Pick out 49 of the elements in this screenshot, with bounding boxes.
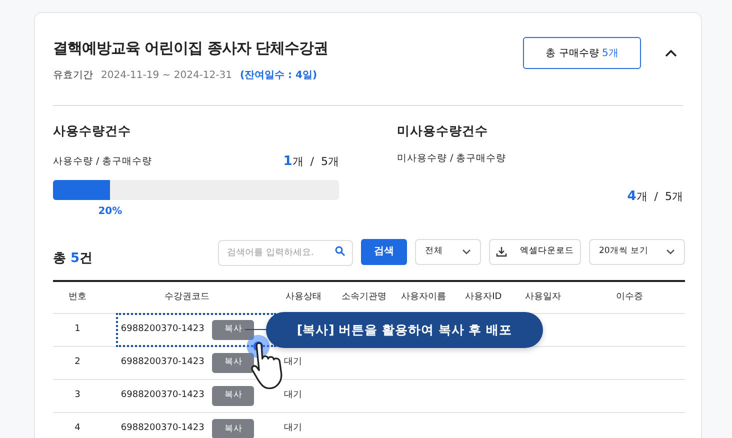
search-icon[interactable] xyxy=(335,246,345,256)
code-text: 6988200370-1423 xyxy=(120,356,204,369)
pointer-hand-icon xyxy=(244,334,284,390)
column-header: 수강권코드 xyxy=(164,292,210,302)
page-title: 결핵예방교육 어린이집 종사자 단체수강권 xyxy=(53,38,328,59)
search-button[interactable]: 검색 xyxy=(361,238,407,264)
column-header: 사용자이름 xyxy=(401,292,446,302)
column-header: 사용상태 xyxy=(286,292,322,302)
row-number: 1 xyxy=(74,324,80,334)
count-text: 4개 / 5개 xyxy=(627,188,683,206)
column-header: 번호 xyxy=(68,292,86,302)
chevron-icon xyxy=(666,248,675,254)
callout-banner: [복사] 버튼을 활용하여 복사 후 배포 xyxy=(266,312,543,348)
code-text: 6988200370-1423 xyxy=(120,422,204,436)
download-icon xyxy=(496,246,507,257)
total-count: 총 5건 xyxy=(53,250,93,268)
section-title: 미사용수량건수 xyxy=(397,122,489,140)
row-number: 2 xyxy=(74,357,80,367)
copy-button[interactable]: 복사 xyxy=(212,352,254,373)
status-text: 대기 xyxy=(284,423,302,434)
code-text: 6988200370-1423 xyxy=(120,323,204,336)
status-text: 대기 xyxy=(284,390,302,400)
row-number: 4 xyxy=(74,423,80,434)
leader-line xyxy=(245,329,267,330)
count-caption: 미사용수량 / 총구매수량 xyxy=(397,152,506,166)
status-text: 대기 xyxy=(284,357,302,367)
collapse-icon[interactable] xyxy=(665,49,677,57)
filter-dropdown[interactable]: 전체 xyxy=(415,238,481,264)
column-header: 소속기관명 xyxy=(342,292,386,302)
section-title: 사용수량건수 xyxy=(53,122,132,140)
total-purchase-button[interactable]: 총 구매수량 5개 xyxy=(523,37,641,69)
column-header: 사용자ID xyxy=(465,292,502,302)
count-caption: 사용수량 / 총구매수량 xyxy=(53,154,152,169)
search-field[interactable]: 검색어를 입력하세요. xyxy=(218,240,353,266)
progress-percent: 20% xyxy=(97,204,124,219)
column-header: 이수증 xyxy=(616,292,643,302)
remaining-days: (잔여일수 : 4일) xyxy=(240,68,318,82)
copy-button[interactable]: 복사 xyxy=(212,320,254,340)
page-size-dropdown[interactable]: 20개씩 보기 xyxy=(589,238,685,264)
copy-button[interactable]: 복사 xyxy=(212,419,254,438)
period-text: 2024-11-19 ~ 2024-12-31 xyxy=(101,68,232,82)
excel-download-button[interactable]: 엑셀다운로드 xyxy=(489,238,581,264)
row-number: 3 xyxy=(74,390,80,400)
chevron-icon xyxy=(462,248,471,254)
column-header: 사용일자 xyxy=(525,292,562,302)
code-text: 6988200370-1423 xyxy=(120,389,204,402)
copy-button[interactable]: 복사 xyxy=(212,386,254,406)
count-text: 1개 / 5개 xyxy=(283,153,339,172)
validity-label: 유효기간 xyxy=(53,68,93,82)
